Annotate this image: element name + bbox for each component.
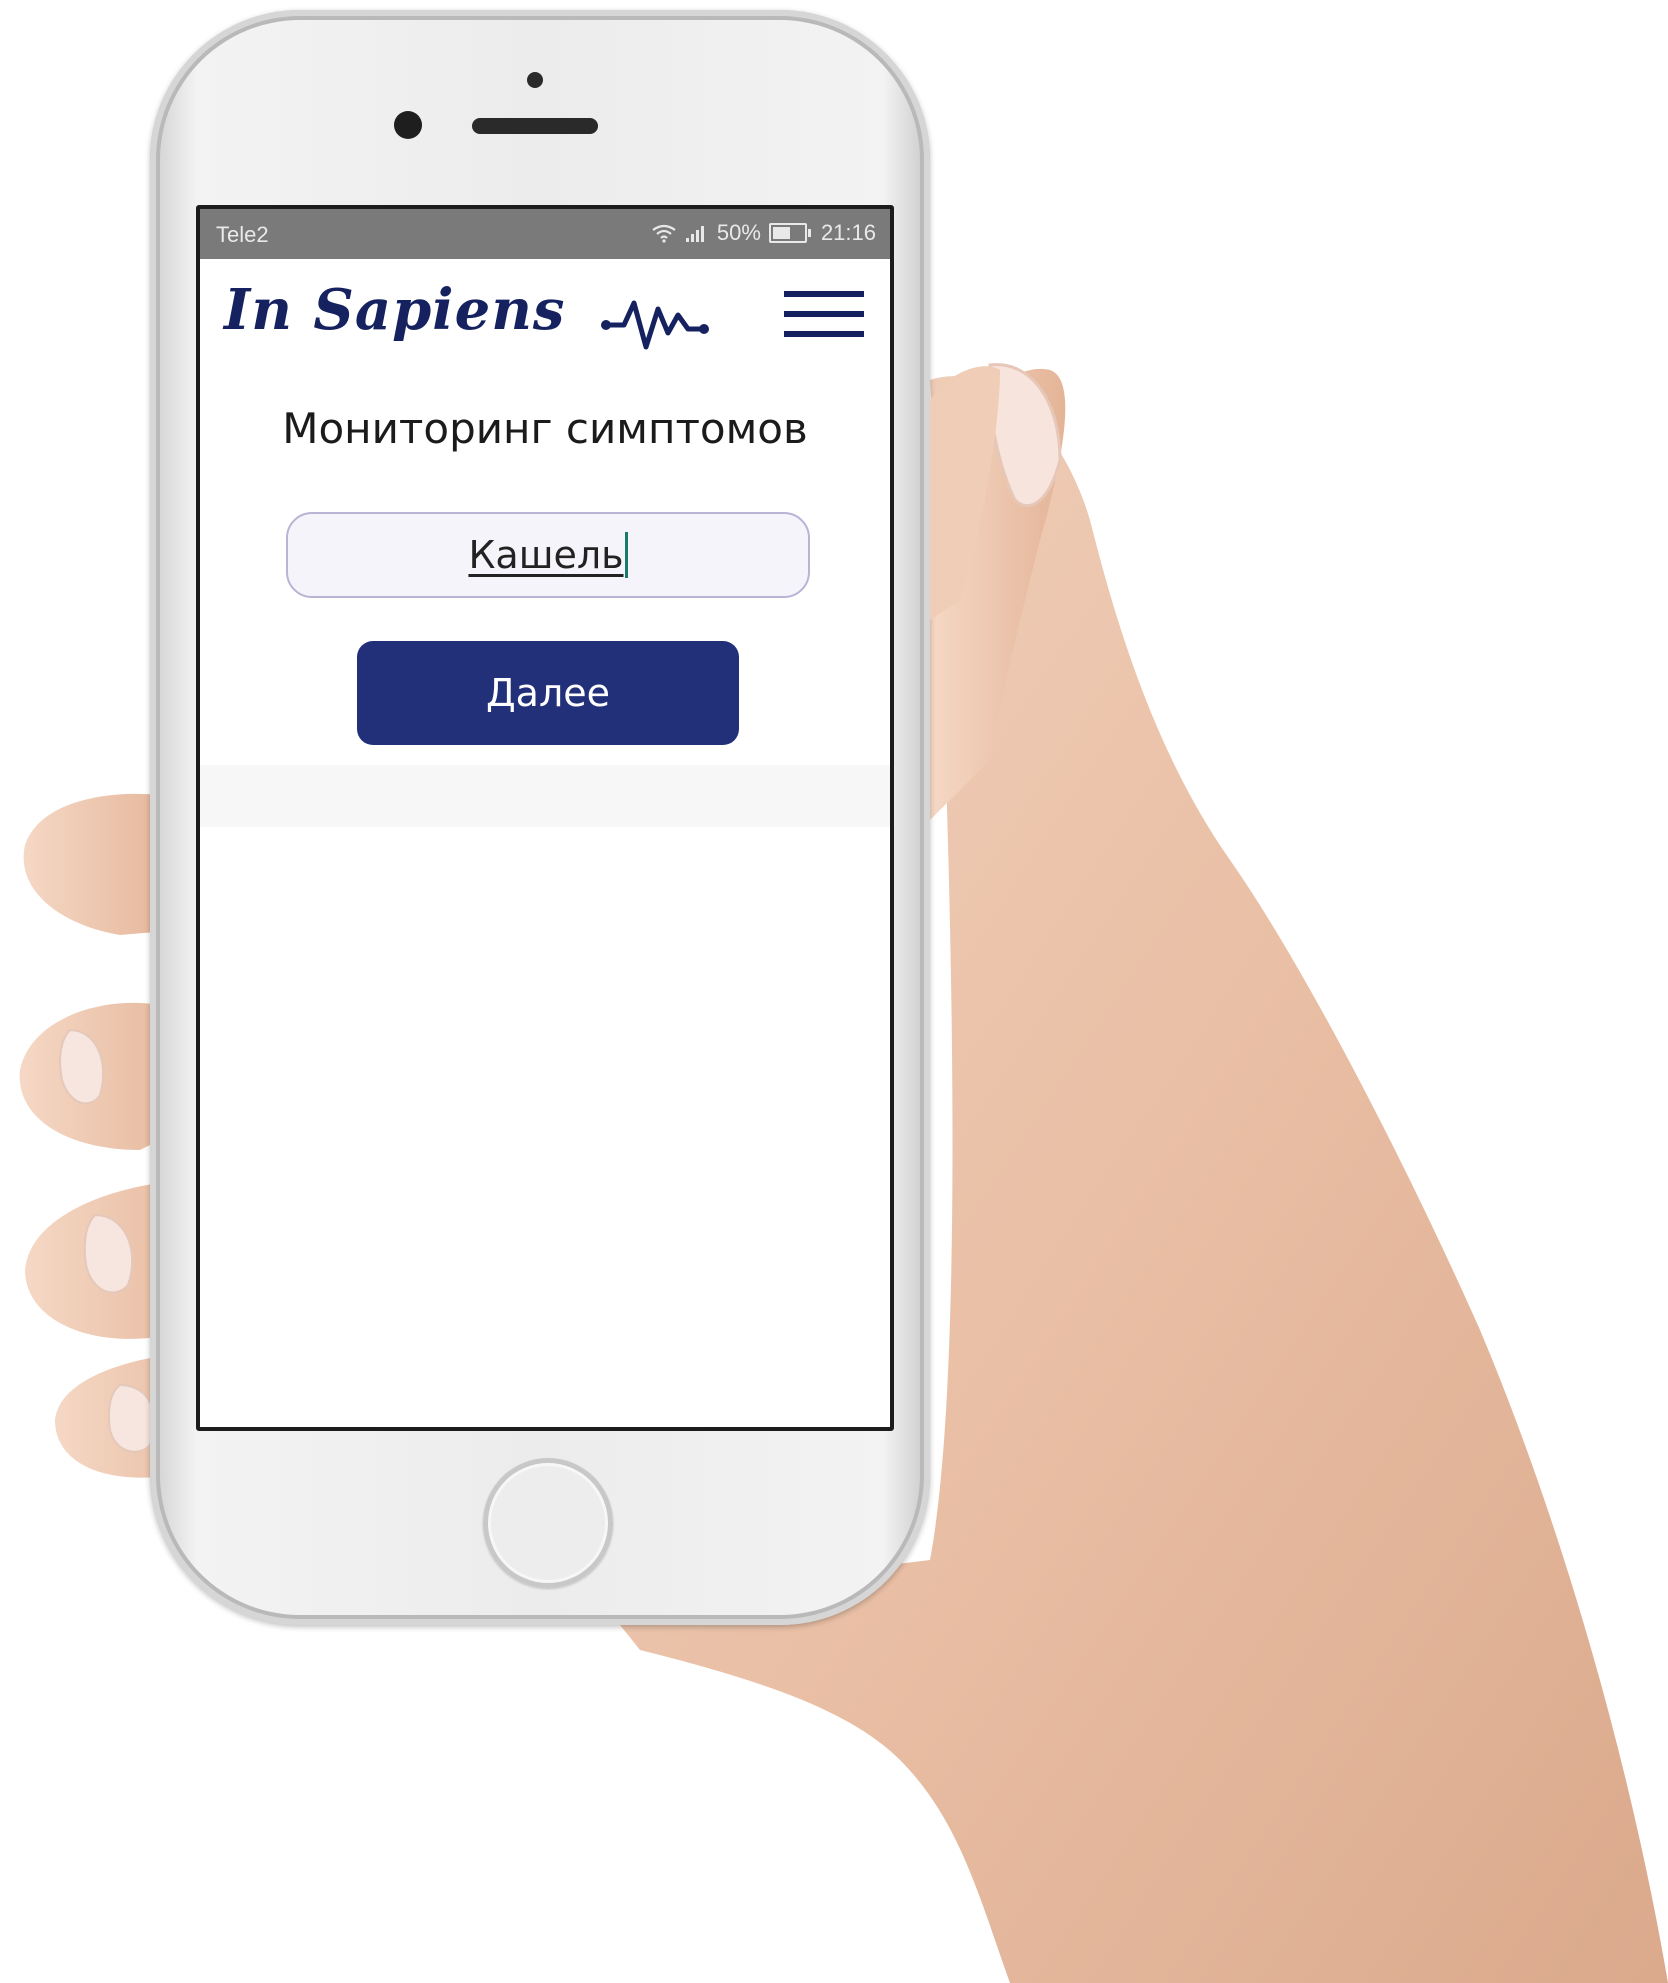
text-caret: [624, 532, 628, 578]
heart-rate-icon: [601, 300, 709, 350]
symptom-input[interactable]: Кашель: [286, 512, 810, 598]
status-indicators: 50% 21:16: [651, 220, 876, 246]
phone-body: Tele2 50% 21:16 In Sapiens Мониторинг си…: [150, 10, 930, 1625]
front-camera: [394, 111, 422, 139]
proximity-sensor: [527, 72, 543, 88]
wifi-icon: [652, 224, 676, 243]
phone-screen: Tele2 50% 21:16 In Sapiens Мониторинг си…: [196, 205, 894, 1431]
signal-icon: [685, 226, 704, 242]
home-button[interactable]: [483, 1458, 613, 1588]
status-bar: Tele2 50% 21:16: [200, 209, 890, 259]
symptom-input-value: Кашель: [468, 533, 624, 577]
app-header: In Sapiens: [200, 259, 890, 369]
app-logo[interactable]: In Sapiens: [224, 277, 565, 343]
battery-percent: 50%: [716, 220, 761, 245]
page-title: Мониторинг симптомов: [282, 404, 808, 453]
carrier-name: Tele2: [216, 222, 269, 247]
device-mockup-scene: Tele2 50% 21:16 In Sapiens Мониторинг си…: [0, 0, 1668, 1983]
clock: 21:16: [820, 220, 876, 245]
earpiece-speaker: [472, 118, 598, 134]
next-button[interactable]: Далее: [357, 641, 739, 745]
battery-icon: [768, 223, 811, 243]
hamburger-menu-icon[interactable]: [784, 291, 864, 341]
footer-strip: [200, 765, 890, 827]
